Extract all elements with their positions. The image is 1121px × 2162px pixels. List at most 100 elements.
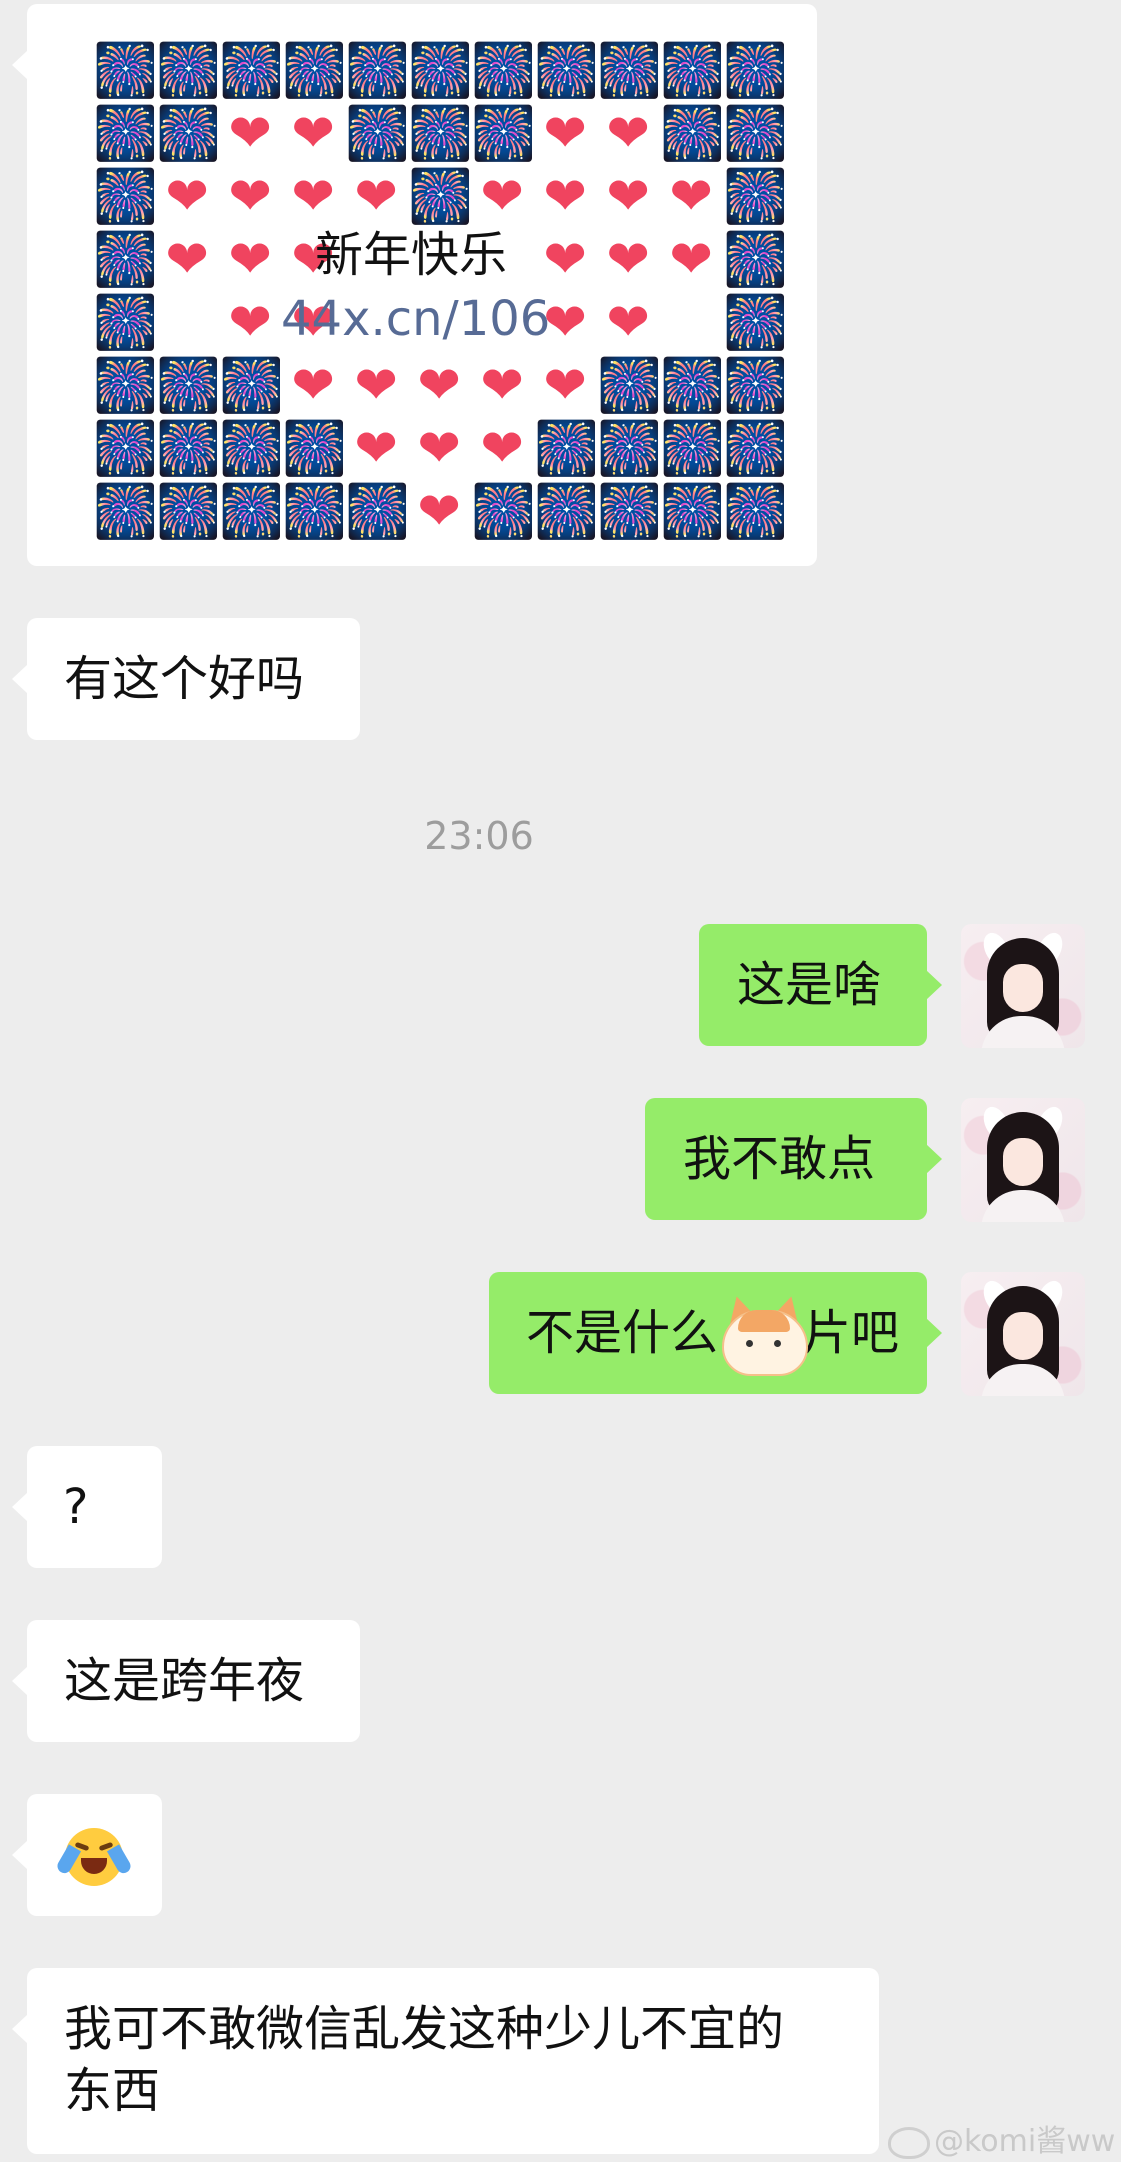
firework-icon: 🎆 [471,41,536,101]
cat-eye [746,1340,753,1347]
firework-icon: 🎆 [660,482,725,542]
firework-icon: 🎆 [471,104,536,164]
heart-icon: ❤ [669,230,713,290]
avatar-face [1003,1138,1043,1186]
firework-icon: 🎆 [723,419,788,479]
timestamp: 23:06 [424,814,534,858]
firework-icon: 🎆 [93,419,158,479]
heart-icon: ❤ [165,230,209,290]
firework-icon: 🎆 [219,356,284,416]
message-bubble-greeting[interactable]: 🎆 🎆 🎆 🎆 🎆 🎆 🎆 🎆 🎆 🎆 🎆 🎆 🎆 ❤ ❤ 🎆 🎆 🎆 ❤ ❤ 🎆 🎆 🎆 ❤ ❤ ❤ ❤ 🎆 ❤ ❤ ❤ ❤ 🎆 🎆 ❤ ❤ ❤ ❤ ❤ ❤… [12,4,817,566]
heart-icon: ❤ [606,230,650,290]
message-text: 有这个好吗 [64,651,305,707]
message-bubble-incoming[interactable]: ? [12,1446,162,1568]
firework-icon: 🎆 [408,41,473,101]
message-bubble-outgoing[interactable]: 不是什么 片吧 [489,1272,942,1394]
heart-icon: ❤ [669,167,713,227]
user-avatar[interactable] [961,1272,1085,1396]
weibo-watermark: @komi酱ww [888,2116,1115,2160]
heart-icon: ❤ [543,230,587,290]
heart-icon: ❤ [228,293,272,353]
firework-icon: 🎆 [93,167,158,227]
firework-icon: 🎆 [723,104,788,164]
firework-icon: 🎆 [534,419,599,479]
heart-icon: ❤ [543,356,587,416]
firework-icon: 🎆 [534,482,599,542]
message-bubble-incoming[interactable]: 我可不敢微信乱发这种少儿不宜的 东西 [12,1968,879,2154]
firework-icon: 🎆 [660,104,725,164]
message-bubble-outgoing[interactable]: 这是啥 [699,924,942,1046]
heart-icon: ❤ [417,419,461,479]
firework-icon: 🎆 [282,482,347,542]
heart-icon: ❤ [417,482,461,542]
message-bubble-outgoing[interactable]: 我不敢点 [645,1098,942,1220]
firework-icon: 🎆 [597,41,662,101]
firework-icon: 🎆 [660,41,725,101]
heart-icon: ❤ [543,104,587,164]
firework-icon: 🎆 [93,482,158,542]
firework-icon: 🎆 [219,419,284,479]
message-text: 片吧 [803,1305,900,1361]
heart-icon: ❤ [291,167,335,227]
mouth [81,1858,107,1874]
firework-icon: 🎆 [723,41,788,101]
firework-icon: 🎆 [723,167,788,227]
firework-icon: 🎆 [345,41,410,101]
firework-icon: 🎆 [93,356,158,416]
greeting-link[interactable]: 44x.cn/106 [281,288,550,350]
message-text: 不是什么 [526,1305,719,1361]
firework-icon: 🎆 [723,293,788,353]
watermark-text: @komi酱ww [934,2124,1116,2159]
weibo-icon [888,2126,930,2159]
avatar-face [1003,1312,1043,1360]
heart-icon: ❤ [606,293,650,353]
heart-icon: ❤ [543,167,587,227]
user-avatar[interactable] [961,1098,1085,1222]
firework-icon: 🎆 [408,167,473,227]
firework-icon: 🎆 [597,356,662,416]
firework-icon: 🎆 [597,419,662,479]
firework-icon: 🎆 [282,419,347,479]
heart-icon: ❤ [291,356,335,416]
message-text: ? [63,1479,89,1535]
firework-icon: 🎆 [345,104,410,164]
cat-eye [774,1340,781,1347]
firework-icon: 🎆 [219,41,284,101]
firework-icon: 🎆 [93,230,158,290]
firework-icon: 🎆 [597,482,662,542]
message-bubble-incoming[interactable]: 有这个好吗 [12,618,360,740]
heart-icon: ❤ [606,167,650,227]
cat-stripe [738,1310,790,1332]
firework-icon: 🎆 [723,482,788,542]
message-text: 我不敢点 [683,1131,876,1187]
heart-icon: ❤ [480,356,524,416]
firework-icon: 🎆 [534,41,599,101]
heart-icon: ❤ [480,419,524,479]
firework-icon: 🎆 [93,104,158,164]
heart-icon: ❤ [228,230,272,290]
heart-icon: ❤ [354,356,398,416]
heart-icon: ❤ [417,356,461,416]
heart-icon: ❤ [354,419,398,479]
firework-icon: 🎆 [156,104,221,164]
heart-icon: ❤ [480,167,524,227]
firework-icon: 🎆 [156,356,221,416]
greeting-text: 新年快乐 [315,227,508,283]
firework-icon: 🎆 [471,482,536,542]
avatar-face [1003,964,1043,1012]
firework-icon: 🎆 [408,104,473,164]
user-avatar[interactable] [961,924,1085,1048]
cat-sticker-icon [716,1292,810,1376]
message-text: 这是跨年夜 [64,1653,305,1709]
firework-icon: 🎆 [93,41,158,101]
firework-icon: 🎆 [660,356,725,416]
firework-icon: 🎆 [345,482,410,542]
firework-icon: 🎆 [660,419,725,479]
heart-icon: ❤ [228,167,272,227]
firework-icon: 🎆 [156,419,221,479]
heart-icon: ❤ [165,167,209,227]
heart-icon: ❤ [291,104,335,164]
firework-icon: 🎆 [156,482,221,542]
message-text: 这是啥 [737,957,882,1013]
message-bubble-incoming[interactable]: 这是跨年夜 [12,1620,360,1742]
